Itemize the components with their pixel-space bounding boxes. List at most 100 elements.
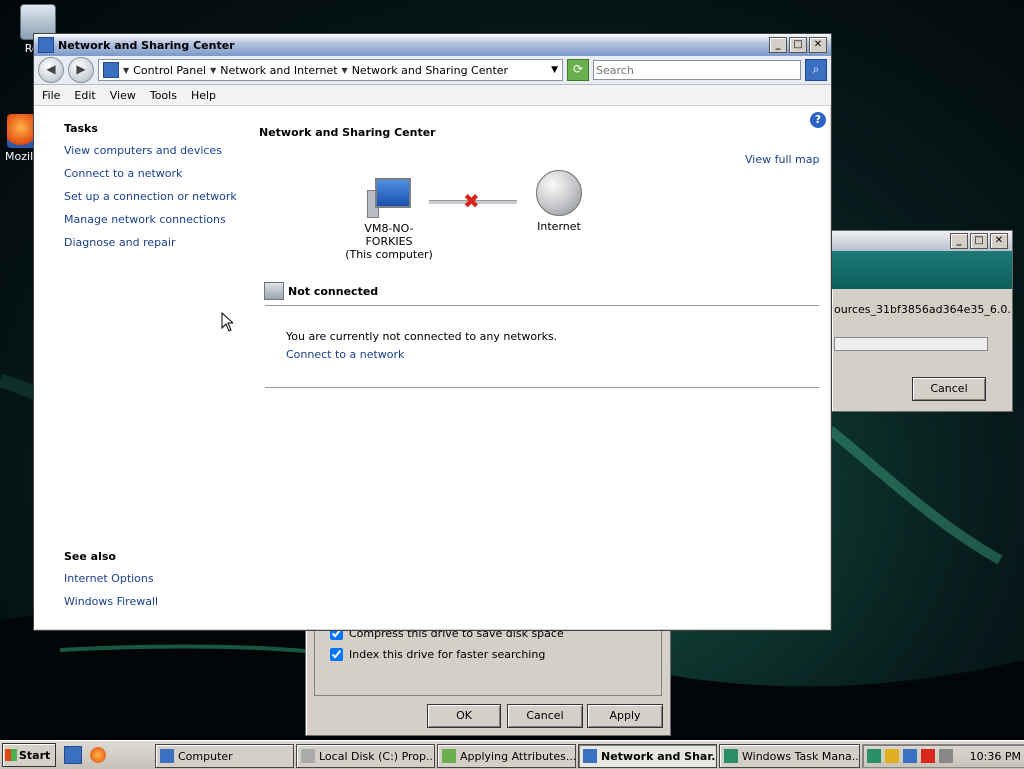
start-button[interactable]: Start [2, 743, 56, 767]
windows-flag-icon [5, 749, 17, 761]
task-view-computers[interactable]: View computers and devices [64, 143, 254, 166]
minimize-button[interactable]: _ [769, 37, 787, 53]
network-disconnected-icon[interactable] [921, 749, 935, 763]
close-button[interactable]: ✕ [990, 233, 1008, 249]
breadcrumb-network-internet[interactable]: Network and Internet [220, 64, 337, 77]
refresh-button[interactable]: ⟳ [567, 59, 589, 81]
taskbar-item-label: Computer [178, 749, 233, 763]
maximize-button[interactable]: □ [789, 37, 807, 53]
see-also-panel: See also Internet Options Windows Firewa… [64, 550, 158, 617]
progress-bar [834, 337, 988, 351]
apply-button[interactable]: Apply [587, 704, 663, 728]
task-connect-network[interactable]: Connect to a network [64, 166, 254, 189]
clock[interactable]: 10:36 PM [970, 750, 1021, 763]
tasks-heading: Tasks [64, 122, 98, 135]
connect-network-link[interactable]: Connect to a network [286, 348, 404, 361]
index-checkbox[interactable] [330, 648, 343, 661]
computer-icon [367, 178, 411, 218]
maximize-button[interactable]: □ [970, 233, 988, 249]
menu-help[interactable]: Help [191, 89, 216, 102]
progress-icon [442, 749, 456, 763]
window-titlebar[interactable]: Network and Sharing Center _ □ ✕ [34, 34, 831, 56]
progress-cancel-button[interactable]: Cancel [912, 377, 986, 401]
system-tray: 10:36 PM [862, 744, 1024, 768]
back-button[interactable]: ◀ [38, 57, 64, 83]
tray-app-icon[interactable] [867, 749, 881, 763]
menu-view[interactable]: View [110, 89, 136, 102]
forward-button[interactable]: ▶ [68, 57, 94, 83]
breadcrumb-chevron-icon[interactable]: ▼ [342, 66, 348, 75]
help-icon[interactable]: ? [810, 112, 826, 128]
status-message: You are currently not connected to any n… [286, 330, 558, 343]
content-area: ? Tasks View computers and devices Conne… [35, 106, 830, 629]
search-input[interactable] [594, 62, 800, 78]
taskbar-item-label: Network and Shar... [601, 749, 717, 763]
task-setup-connection[interactable]: Set up a connection or network [64, 189, 254, 212]
disconnected-x-icon: ✖ [463, 189, 480, 213]
breadcrumb-chevron-icon[interactable]: ▼ [123, 66, 129, 75]
firefox-quicklaunch-icon[interactable] [90, 747, 106, 763]
internet-node[interactable]: Internet [527, 170, 591, 233]
see-also-heading: See also [64, 550, 116, 563]
control-panel-icon [103, 62, 119, 78]
globe-icon [536, 170, 582, 216]
divider [265, 387, 819, 388]
network-sharing-window: Network and Sharing Center _ □ ✕ ◀ ▶ ▼ C… [33, 33, 832, 631]
status-section-header: Not connected [264, 282, 378, 300]
network-icon [583, 749, 597, 763]
taskbar-item-label: Applying Attributes... [460, 749, 576, 763]
taskbar-item-applying-attributes[interactable]: Applying Attributes... [437, 744, 576, 768]
window-icon [38, 37, 54, 53]
taskbar-item-task-manager[interactable]: Windows Task Mana... [719, 744, 860, 768]
task-manage-connections[interactable]: Manage network connections [64, 212, 254, 235]
taskbar-item-computer[interactable]: Computer [155, 744, 294, 768]
tasks-panel: Tasks View computers and devices Connect… [64, 122, 254, 258]
link-internet-options[interactable]: Internet Options [64, 571, 158, 594]
volume-muted-icon[interactable] [939, 749, 953, 763]
navigation-bar: ◀ ▶ ▼ Control Panel ▼ Network and Intern… [34, 56, 831, 85]
window-title: Network and Sharing Center [58, 38, 235, 52]
address-bar[interactable]: ▼ Control Panel ▼ Network and Internet ▼… [98, 59, 563, 81]
taskbar-item-local-disk[interactable]: Local Disk (C:) Prop... [296, 744, 435, 768]
network-status-icon [264, 282, 284, 300]
breadcrumb-network-sharing[interactable]: Network and Sharing Center [352, 64, 508, 77]
cancel-button[interactable]: Cancel [507, 704, 583, 728]
close-button[interactable]: ✕ [809, 37, 827, 53]
taskbar-item-label: Windows Task Mana... [742, 749, 860, 763]
show-desktop-icon[interactable] [64, 746, 82, 764]
breadcrumb-chevron-icon[interactable]: ▼ [210, 66, 216, 75]
menu-bar: File Edit View Tools Help [34, 85, 831, 106]
mouse-cursor-icon [221, 312, 233, 332]
taskbar-item-label: Local Disk (C:) Prop... [319, 749, 435, 763]
link-windows-firewall[interactable]: Windows Firewall [64, 594, 158, 617]
search-box[interactable] [593, 60, 801, 80]
security-shield-icon[interactable] [885, 749, 899, 763]
page-title: Network and Sharing Center [259, 126, 436, 139]
internet-label: Internet [537, 220, 581, 233]
index-label: Index this drive for faster searching [349, 648, 546, 661]
progress-banner [832, 251, 1012, 289]
drive-icon [301, 749, 315, 763]
address-dropdown-icon[interactable]: ▼ [551, 65, 558, 75]
minimize-button[interactable]: _ [950, 233, 968, 249]
ok-button[interactable]: OK [427, 704, 501, 728]
progress-text: ources_31bf3856ad364e35_6.0. [834, 303, 1011, 316]
task-manager-icon [724, 749, 738, 763]
status-heading: Not connected [288, 284, 379, 298]
taskbar-item-network-sharing[interactable]: Network and Shar... [578, 744, 717, 768]
menu-file[interactable]: File [42, 89, 60, 102]
index-checkbox-row[interactable]: Index this drive for faster searching [330, 648, 545, 661]
breadcrumb-control-panel[interactable]: Control Panel [133, 64, 206, 77]
task-diagnose-repair[interactable]: Diagnose and repair [64, 235, 254, 258]
computer-name: VM8-NO-FORKIES [364, 222, 414, 248]
computer-node[interactable]: VM8-NO-FORKIES (This computer) [341, 178, 437, 261]
menu-tools[interactable]: Tools [150, 89, 177, 102]
view-full-map-link[interactable]: View full map [745, 153, 820, 166]
search-button[interactable]: ⌕ [805, 59, 827, 81]
network-tray-icon[interactable] [903, 749, 917, 763]
progress-window-titlebar[interactable]: _ □ ✕ [832, 231, 1012, 251]
menu-edit[interactable]: Edit [74, 89, 95, 102]
progress-window: _ □ ✕ ources_31bf3856ad364e35_6.0. Cance… [831, 230, 1013, 412]
taskbar: Start Computer Local Disk (C:) Prop... A… [0, 740, 1024, 769]
computer-icon [160, 749, 174, 763]
